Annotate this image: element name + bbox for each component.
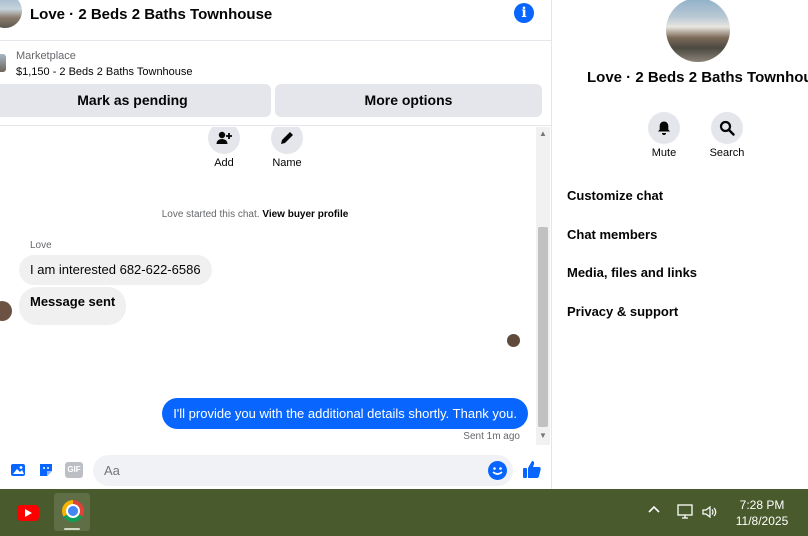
network-icon[interactable]	[677, 504, 695, 523]
menu-media-files-links[interactable]: Media, files and links	[567, 265, 697, 280]
listing-avatar[interactable]	[666, 0, 730, 62]
sender-name: Love	[30, 240, 52, 251]
mute-button[interactable]	[648, 112, 680, 144]
gif-button[interactable]: GIF	[65, 462, 83, 478]
scroll-thumb[interactable]	[538, 227, 548, 427]
conversation-title[interactable]: Love · 2 Beds 2 Baths Townhouse	[30, 6, 272, 23]
info-panel-title: Love · 2 Beds 2 Baths Townhouse	[587, 69, 808, 86]
sticker-icon[interactable]	[38, 462, 54, 478]
active-indicator	[64, 528, 80, 530]
chat-header: Love · 2 Beds 2 Baths Townhouse i	[0, 0, 552, 41]
scroll-up-arrow-icon[interactable]: ▲	[536, 129, 550, 139]
mute-label: Mute	[651, 147, 677, 159]
edit-name-button[interactable]	[271, 127, 303, 154]
add-person-icon	[216, 131, 232, 144]
info-icon[interactable]: i	[514, 3, 534, 23]
volume-icon[interactable]	[701, 504, 719, 523]
message-thread: Add Name Love started this chat. View bu…	[0, 127, 536, 449]
chat-started-notice: Love started this chat. View buyer profi…	[0, 209, 510, 220]
conversation-avatar[interactable]	[0, 0, 22, 28]
chat-started-text: Love started this chat.	[161, 209, 260, 220]
taskbar: 7:28 PM 11/8/2025	[0, 489, 808, 536]
incoming-message[interactable]: Message sent	[19, 287, 127, 325]
name-label: Name	[272, 157, 302, 169]
scroll-down-arrow-icon[interactable]: ▼	[536, 431, 550, 441]
message-composer: GIF	[0, 452, 552, 489]
pencil-icon	[281, 132, 293, 144]
thread-scrollbar[interactable]: ▲ ▼	[536, 127, 550, 445]
screen: Love · 2 Beds 2 Baths Townhouse i Market…	[0, 0, 808, 536]
view-buyer-profile-link[interactable]: View buyer profile	[262, 209, 348, 220]
menu-privacy-support[interactable]: Privacy & support	[567, 304, 678, 319]
system-clock[interactable]: 7:28 PM 11/8/2025	[728, 497, 796, 529]
sender-avatar[interactable]	[0, 301, 12, 321]
chrome-icon	[62, 500, 84, 522]
more-options-button[interactable]: More options	[275, 84, 542, 117]
conversation-info-panel: Love · 2 Beds 2 Baths Townhouse Mute Sea…	[553, 0, 808, 489]
chevron-up-icon[interactable]	[647, 503, 661, 520]
marketplace-banner: Marketplace $1,150 - 2 Beds 2 Baths Town…	[0, 42, 552, 126]
listing-thumbnail[interactable]	[0, 54, 6, 72]
menu-chat-members[interactable]: Chat members	[567, 227, 657, 242]
search-label: Search	[709, 147, 745, 159]
read-receipt-avatar	[507, 334, 520, 347]
marketplace-label: Marketplace	[16, 50, 76, 62]
search-button[interactable]	[711, 112, 743, 144]
menu-customize-chat[interactable]: Customize chat	[567, 188, 663, 203]
outgoing-message[interactable]: I'll provide you with the additional det…	[162, 398, 528, 429]
thumbs-up-icon[interactable]	[522, 460, 542, 480]
chrome-taskbar-button[interactable]	[54, 493, 90, 531]
incoming-message[interactable]: I am interested 682-622-6586	[19, 255, 212, 285]
mark-as-pending-button[interactable]: Mark as pending	[0, 84, 271, 117]
add-label: Add	[214, 157, 234, 169]
clock-time: 7:28 PM	[739, 498, 785, 512]
add-person-button[interactable]	[208, 127, 240, 154]
chat-pane: Love · 2 Beds 2 Baths Townhouse i Market…	[0, 0, 552, 489]
search-icon	[719, 120, 735, 136]
youtube-icon[interactable]	[17, 505, 39, 521]
bell-icon	[658, 121, 670, 135]
listing-title[interactable]: $1,150 - 2 Beds 2 Baths Townhouse	[16, 66, 193, 78]
sent-status: Sent 1m ago	[463, 431, 520, 442]
image-icon[interactable]	[10, 462, 26, 478]
emoji-icon[interactable]	[488, 461, 507, 480]
clock-date: 11/8/2025	[735, 514, 789, 528]
message-input[interactable]	[93, 455, 513, 486]
